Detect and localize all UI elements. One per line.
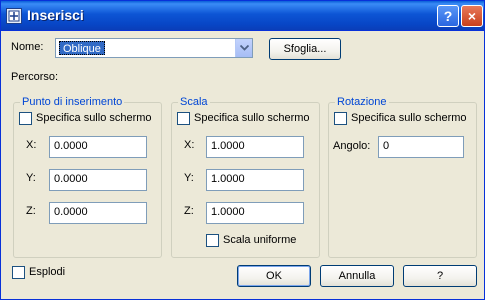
scale-x-label: X:	[184, 139, 195, 151]
scale-y-label: Y:	[184, 172, 194, 184]
help-button[interactable]: ?	[403, 265, 477, 287]
scale-specify-label: Specifica sullo schermo	[194, 112, 310, 124]
insertion-x-field[interactable]: 0.0000	[49, 136, 147, 158]
insertion-z-field[interactable]: 0.0000	[49, 202, 147, 224]
scale-x-field[interactable]: 1.0000	[206, 136, 304, 158]
rotation-specify-label: Specifica sullo schermo	[351, 112, 467, 124]
insertion-specify-checkbox[interactable]	[19, 112, 32, 125]
scale-title: Scala	[178, 96, 210, 108]
uniform-scale-label: Scala uniforme	[223, 234, 297, 246]
scale-z-field[interactable]: 1.0000	[206, 202, 304, 224]
name-combobox[interactable]: Oblique	[55, 38, 253, 58]
browse-button[interactable]: Sfoglia...	[269, 38, 341, 60]
explode-checkbox[interactable]	[12, 266, 25, 279]
rotation-title: Rotazione	[335, 96, 389, 108]
help-title-button[interactable]: ?	[437, 5, 459, 27]
insertion-x-label: X:	[26, 139, 37, 151]
chevron-down-icon[interactable]	[235, 39, 252, 57]
rotation-specify-checkbox[interactable]	[334, 112, 347, 125]
insertion-y-field[interactable]: 0.0000	[49, 169, 147, 191]
insertion-y-label: Y:	[26, 172, 36, 184]
angle-label: Angolo:	[333, 140, 371, 152]
ok-button[interactable]: OK	[237, 265, 311, 287]
rotation-group: Rotazione	[328, 96, 477, 258]
explode-label: Esplodi	[29, 266, 66, 278]
insert-block-icon	[6, 8, 22, 24]
name-label: Nome:	[11, 41, 44, 53]
cancel-button[interactable]: Annulla	[320, 265, 394, 287]
scale-specify-checkbox[interactable]	[177, 112, 190, 125]
close-button[interactable]: ×	[461, 5, 483, 27]
insertion-specify-label: Specifica sullo schermo	[36, 112, 152, 124]
path-label: Percorso:	[11, 71, 59, 83]
angle-field[interactable]: 0	[378, 136, 464, 158]
scale-z-label: Z:	[184, 205, 194, 217]
scale-y-field[interactable]: 1.0000	[206, 169, 304, 191]
window-title: Inserisci	[27, 7, 84, 23]
name-combobox-value: Oblique	[59, 41, 105, 55]
insertion-point-title: Punto di inserimento	[20, 96, 125, 108]
title-bar[interactable]: Inserisci ? ×	[1, 1, 484, 31]
insert-dialog: Inserisci ? × Nome: Oblique Sfoglia... P…	[0, 0, 485, 300]
insertion-z-label: Z:	[26, 205, 36, 217]
uniform-scale-checkbox[interactable]	[206, 234, 219, 247]
